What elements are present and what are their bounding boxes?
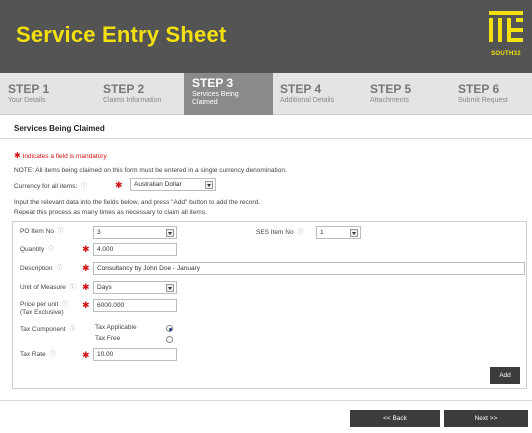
chevron-down-icon [205,181,213,189]
section-title: Services Being Claimed [14,124,105,133]
chevron-down-icon [166,284,174,292]
ses-item-select[interactable]: 1 [316,226,361,239]
divider [0,138,532,139]
po-item-label: PO Item No ⓘ [20,228,64,235]
help-icon[interactable]: ⓘ [81,184,87,190]
mandatory-asterisk-icon: ✱ [115,180,123,190]
mandatory-asterisk-icon: ✱ [82,300,90,310]
step-label: Additional Details [280,97,335,104]
help-icon[interactable]: ⓘ [62,302,68,308]
quantity-input[interactable]: 4.000 [93,243,177,256]
help-icon[interactable]: ⓘ [69,327,75,333]
tax-applicable-label: Tax Applicable [95,324,137,331]
south32-logo: SOUTH32 [489,11,523,59]
help-icon[interactable]: ⓘ [70,285,76,291]
tax-free-radio[interactable] [166,336,173,343]
step-number: STEP 5 [370,82,412,96]
ses-item-label: SES Item No ⓘ [256,229,304,236]
step-label: Submit Request [458,97,508,104]
po-item-select[interactable]: 3 [93,226,177,239]
mandatory-asterisk-icon: ✱ [82,350,90,360]
tax-rate-label: Tax Rate ⓘ [20,351,56,358]
quantity-label: Quantity ⓘ [20,246,55,253]
help-icon[interactable]: ⓘ [297,230,303,236]
tax-rate-input[interactable]: 10.00 [93,348,177,361]
step-number: STEP 6 [458,82,500,96]
add-button[interactable]: Add [490,367,520,384]
step-label: Claims Information [103,97,162,104]
tax-component-label: Tax Component ⓘ [20,326,76,333]
back-button[interactable]: << Back [350,410,440,427]
step-number: STEP 1 [8,82,50,96]
step-5[interactable]: STEP 5 Attachments [362,73,450,115]
step-label: Your Details [8,97,46,104]
help-icon[interactable]: ⓘ [58,229,64,235]
help-icon[interactable]: ⓘ [49,352,55,358]
help-icon[interactable]: ⓘ [48,247,54,253]
unit-of-measure-select[interactable]: Days [93,281,177,294]
step-progress-bar: STEP 1 Your Details STEP 2 Claims Inform… [0,73,532,115]
description-input[interactable]: Consultancy by John Doe - January [93,262,525,275]
step-4[interactable]: STEP 4 Additional Details [272,73,362,115]
step-6[interactable]: STEP 6 Submit Request [450,73,532,115]
price-per-unit-label: Price per unit ⓘ [20,301,69,308]
currency-note: NOTE: All items being claimed on this fo… [14,167,287,174]
divider [0,400,532,401]
step-1[interactable]: STEP 1 Your Details [0,73,90,115]
mandatory-asterisk-icon: ✱ [14,151,21,160]
logo-text: SOUTH32 [491,51,521,57]
currency-select[interactable]: Australian Dollar [130,178,216,191]
price-per-unit-input[interactable]: 6000.000 [93,299,177,312]
help-icon[interactable]: ⓘ [56,266,62,272]
step-number: STEP 2 [103,82,145,96]
instruction-line-1: Input the relevant data into the fields … [14,199,261,206]
chevron-down-icon [166,229,174,237]
mandatory-asterisk-icon: ✱ [82,263,90,273]
step-number: STEP 3 [192,76,234,90]
unit-of-measure-label: Unit of Measure ⓘ [20,284,76,291]
step-2[interactable]: STEP 2 Claims Information [95,73,185,115]
tax-free-label: Tax Free [95,335,121,342]
step-3-active[interactable]: STEP 3 Services Being Claimed [184,73,273,115]
mandatory-asterisk-icon: ✱ [82,244,90,254]
mandatory-note: ✱ Indicates a field is mandatory [14,151,107,160]
step-label: Attachments [370,97,409,104]
instruction-line-2: Repeat this process as many times as nec… [14,209,207,216]
currency-label: Currency for all items: ⓘ [14,183,88,190]
page-title: Service Entry Sheet [16,22,227,47]
chevron-down-icon [350,229,358,237]
mandatory-asterisk-icon: ✱ [82,282,90,292]
next-button[interactable]: Next >> [444,410,528,427]
page-header: Service Entry Sheet SOUTH32 [0,0,532,73]
price-per-unit-sublabel: (Tax Exclusive) [20,309,64,316]
step-number: STEP 4 [280,82,322,96]
description-label: Description ⓘ [20,265,63,272]
tax-applicable-radio[interactable] [166,325,173,332]
step-label: Services Being Claimed [192,91,239,106]
